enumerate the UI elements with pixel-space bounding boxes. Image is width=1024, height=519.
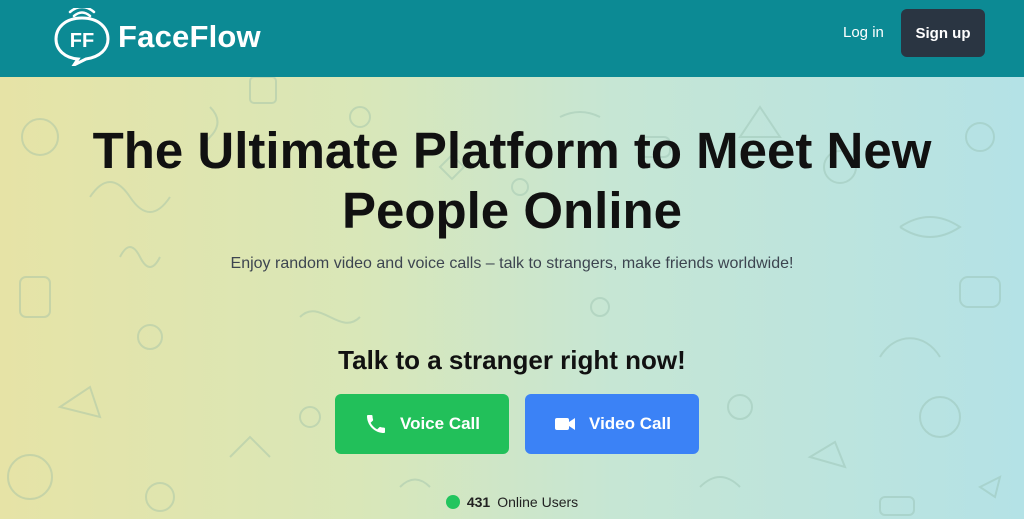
video-call-button[interactable]: Video Call: [525, 394, 699, 454]
call-buttons: Voice Call Video Call: [335, 394, 699, 454]
hero-section: The Ultimate Platform to Meet New People…: [0, 77, 1024, 519]
online-count: 431: [466, 494, 491, 510]
signup-button[interactable]: Sign up: [901, 9, 985, 57]
voice-call-label: Voice Call: [400, 414, 480, 433]
hero-title: The Ultimate Platform to Meet New People…: [92, 122, 932, 239]
video-camera-icon: [555, 418, 576, 430]
hero-subtitle: Enjoy random video and voice calls – tal…: [230, 255, 794, 272]
top-navigation-bar: FF FaceFlow Log in Sign up: [0, 0, 1024, 77]
video-call-label: Video Call: [589, 414, 671, 433]
logo-badge-text: FF: [70, 30, 94, 52]
brand-name: FaceFlow: [118, 19, 261, 54]
cta-heading: Talk to a stranger right now!: [338, 345, 686, 375]
wifi-speech-bubble-icon: FF: [54, 8, 110, 66]
online-users-indicator: 431 Online Users: [0, 494, 1024, 510]
brand-logo[interactable]: FF FaceFlow: [50, 8, 261, 66]
voice-call-button[interactable]: Voice Call: [335, 394, 509, 454]
online-status-dot: [445, 495, 460, 509]
login-link[interactable]: Log in: [843, 24, 884, 41]
online-label: Online Users: [497, 494, 579, 510]
phone-icon: [367, 415, 385, 433]
